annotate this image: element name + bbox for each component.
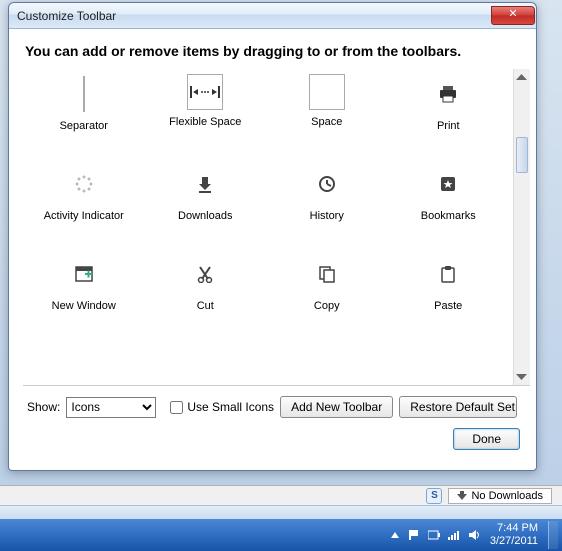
- tray-chevron-icon: [390, 530, 400, 540]
- scroll-down-icon: [516, 374, 527, 380]
- item-palette: Separator Flexible: [23, 69, 509, 385]
- item-label: New Window: [52, 300, 116, 312]
- taskbar-clock[interactable]: 7:44 PM 3/27/2011: [486, 522, 542, 548]
- item-label: Space: [311, 116, 342, 128]
- show-label: Show:: [27, 400, 60, 414]
- item-activity-indicator[interactable]: Activity Indicator: [23, 164, 145, 254]
- bottom-controls: Show: Icons Use Small Icons Add New Tool…: [23, 385, 530, 418]
- no-downloads-text: No Downloads: [471, 490, 543, 502]
- window-title: Customize Toolbar: [17, 9, 491, 23]
- show-dropdown[interactable]: Icons: [66, 397, 156, 418]
- item-paste[interactable]: Paste: [388, 254, 510, 344]
- download-arrow-icon: [457, 491, 467, 501]
- clock-date: 3/27/2011: [490, 535, 538, 548]
- item-label: Copy: [314, 300, 340, 312]
- downloads-status[interactable]: No Downloads: [448, 488, 552, 504]
- item-label: Bookmarks: [421, 210, 476, 222]
- item-separator[interactable]: Separator: [23, 74, 145, 164]
- item-label: History: [310, 210, 344, 222]
- scroll-area: Separator Flexible: [23, 69, 530, 385]
- taskbar-area: S No Downloads 7:44 PM 3/27/2011: [0, 485, 562, 551]
- item-label: Paste: [434, 300, 462, 312]
- item-print[interactable]: Print: [388, 74, 510, 164]
- space-icon: [309, 74, 345, 110]
- customize-toolbar-window: Customize Toolbar ✕ You can add or remov…: [8, 2, 537, 471]
- windows-taskbar[interactable]: 7:44 PM 3/27/2011: [0, 519, 562, 551]
- use-small-icons-input[interactable]: [170, 401, 183, 414]
- instruction-text: You can add or remove items by dragging …: [23, 43, 530, 59]
- item-label: Separator: [60, 120, 108, 132]
- item-new-window[interactable]: New Window: [23, 254, 145, 344]
- volume-icon: [468, 529, 480, 541]
- activity-icon: [64, 164, 104, 204]
- item-copy[interactable]: Copy: [266, 254, 388, 344]
- system-tray[interactable]: [390, 529, 480, 541]
- item-bookmarks[interactable]: Bookmarks: [388, 164, 510, 254]
- history-icon: [307, 164, 347, 204]
- close-button[interactable]: ✕: [491, 6, 535, 25]
- status-s-badge[interactable]: S: [426, 488, 442, 504]
- downloads-icon: [185, 164, 225, 204]
- flexible-space-icon: [187, 74, 223, 110]
- titlebar[interactable]: Customize Toolbar ✕: [9, 3, 536, 29]
- item-label: Cut: [197, 300, 214, 312]
- restore-default-button[interactable]: Restore Default Set: [399, 396, 517, 418]
- dialog-footer: Done: [23, 418, 530, 460]
- item-label: Print: [437, 120, 460, 132]
- network-icon: [448, 530, 460, 540]
- show-desktop-button[interactable]: [548, 521, 558, 549]
- copy-icon: [307, 254, 347, 294]
- item-label: Activity Indicator: [44, 210, 124, 222]
- cut-icon: [185, 254, 225, 294]
- done-button[interactable]: Done: [453, 428, 520, 450]
- item-history[interactable]: History: [266, 164, 388, 254]
- clock-time: 7:44 PM: [490, 522, 538, 535]
- print-icon: [428, 74, 468, 114]
- taskbar-spacer: [0, 505, 562, 519]
- use-small-icons-label: Use Small Icons: [187, 400, 274, 414]
- use-small-icons-checkbox[interactable]: Use Small Icons: [170, 400, 274, 414]
- scroll-up-icon: [516, 74, 527, 80]
- flag-icon: [408, 529, 420, 541]
- bookmarks-icon: [428, 164, 468, 204]
- scrollbar-thumb[interactable]: [516, 137, 528, 173]
- item-downloads[interactable]: Downloads: [145, 164, 267, 254]
- new-window-icon: [64, 254, 104, 294]
- item-label: Flexible Space: [169, 116, 241, 128]
- item-label: Downloads: [178, 210, 232, 222]
- add-new-toolbar-button[interactable]: Add New Toolbar: [280, 396, 393, 418]
- item-flexible-space[interactable]: Flexible Space: [145, 74, 267, 164]
- vertical-scrollbar[interactable]: [513, 69, 530, 385]
- paste-icon: [428, 254, 468, 294]
- separator-icon: [64, 74, 104, 114]
- battery-icon: [428, 530, 440, 540]
- window-content: You can add or remove items by dragging …: [9, 29, 536, 470]
- status-strip: S No Downloads: [0, 485, 562, 505]
- item-space[interactable]: Space: [266, 74, 388, 164]
- item-cut[interactable]: Cut: [145, 254, 267, 344]
